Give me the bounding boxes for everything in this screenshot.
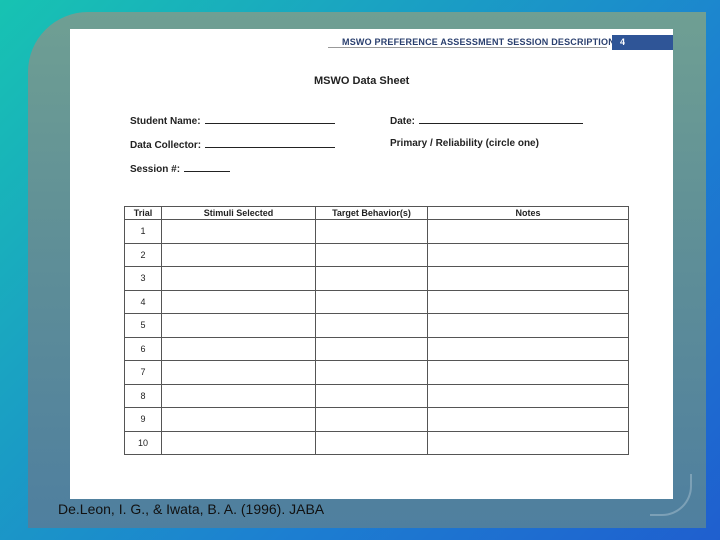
stimuli-selected-cell[interactable] <box>161 383 316 408</box>
trial-number: 3 <box>124 266 162 291</box>
column-header-stimuli-selected: Stimuli Selected <box>161 206 316 220</box>
stimuli-selected-cell[interactable] <box>161 360 316 385</box>
stimuli-selected-cell[interactable] <box>161 242 316 267</box>
data-collector-blank <box>205 138 336 148</box>
student-name-label: Student Name: <box>130 116 201 127</box>
student-name-blank <box>204 114 335 124</box>
target-behavior-cell[interactable] <box>315 360 428 385</box>
trial-number: 10 <box>124 430 162 455</box>
notes-cell[interactable] <box>427 430 629 455</box>
stimuli-selected-cell[interactable] <box>161 289 316 314</box>
trial-number: 5 <box>124 313 162 338</box>
stimuli-selected-cell[interactable] <box>161 430 316 455</box>
table-row: 2 <box>124 242 629 267</box>
notes-cell[interactable] <box>427 219 629 244</box>
table-row: 3 <box>124 266 629 291</box>
stimuli-selected-cell[interactable] <box>161 336 316 361</box>
session-field: Session #: <box>130 162 231 175</box>
header-title: MSWO PREFERENCE ASSESSMENT SESSION DESCR… <box>342 37 615 47</box>
target-behavior-cell[interactable] <box>315 336 428 361</box>
citation-text: De.Leon, I. G., & Iwata, B. A. (1996). J… <box>58 501 325 517</box>
primary-reliability-field: Primary / Reliability (circle one) <box>390 138 539 149</box>
session-blank <box>184 162 231 172</box>
trial-number: 8 <box>124 383 162 408</box>
trial-number: 7 <box>124 360 162 385</box>
target-behavior-cell[interactable] <box>315 266 428 291</box>
table-row: 10 <box>124 430 629 455</box>
table-header-row: Trial Stimuli Selected Target Behavior(s… <box>124 206 629 220</box>
header-rule <box>328 47 607 48</box>
data-collector-field: Data Collector: <box>130 138 336 151</box>
trial-data-table: Trial Stimuli Selected Target Behavior(s… <box>124 206 629 455</box>
notes-cell[interactable] <box>427 242 629 267</box>
notes-cell[interactable] <box>427 360 629 385</box>
target-behavior-cell[interactable] <box>315 289 428 314</box>
stimuli-selected-cell[interactable] <box>161 407 316 432</box>
notes-cell[interactable] <box>427 289 629 314</box>
column-header-trial: Trial <box>124 206 162 220</box>
date-blank <box>419 114 584 124</box>
table-row: 4 <box>124 289 629 314</box>
stimuli-selected-cell[interactable] <box>161 313 316 338</box>
target-behavior-cell[interactable] <box>315 242 428 267</box>
table-row: 6 <box>124 336 629 361</box>
stimuli-selected-cell[interactable] <box>161 266 316 291</box>
column-header-notes: Notes <box>427 206 629 220</box>
notes-cell[interactable] <box>427 266 629 291</box>
document-title: MSWO Data Sheet <box>314 75 410 87</box>
table-row: 1 <box>124 219 629 244</box>
table-row: 9 <box>124 407 629 432</box>
primary-reliability-label: Primary / Reliability (circle one) <box>390 138 539 149</box>
trial-number: 9 <box>124 407 162 432</box>
target-behavior-cell[interactable] <box>315 383 428 408</box>
date-label: Date: <box>390 116 416 127</box>
trial-number: 2 <box>124 242 162 267</box>
trial-number: 1 <box>124 219 162 244</box>
trial-number: 4 <box>124 289 162 314</box>
student-name-field: Student Name: <box>130 114 335 127</box>
table-row: 7 <box>124 360 629 385</box>
table-row: 8 <box>124 383 629 408</box>
table-row: 5 <box>124 313 629 338</box>
target-behavior-cell[interactable] <box>315 407 428 432</box>
page-number-badge: 4 <box>612 35 673 50</box>
data-collector-label: Data Collector: <box>130 140 202 151</box>
target-behavior-cell[interactable] <box>315 313 428 338</box>
target-behavior-cell[interactable] <box>315 430 428 455</box>
notes-cell[interactable] <box>427 313 629 338</box>
trial-number: 6 <box>124 336 162 361</box>
column-header-target-behaviors: Target Behavior(s) <box>315 206 428 220</box>
session-label: Session #: <box>130 164 181 175</box>
target-behavior-cell[interactable] <box>315 219 428 244</box>
date-field: Date: <box>390 114 584 127</box>
notes-cell[interactable] <box>427 407 629 432</box>
notes-cell[interactable] <box>427 336 629 361</box>
stimuli-selected-cell[interactable] <box>161 219 316 244</box>
notes-cell[interactable] <box>427 383 629 408</box>
